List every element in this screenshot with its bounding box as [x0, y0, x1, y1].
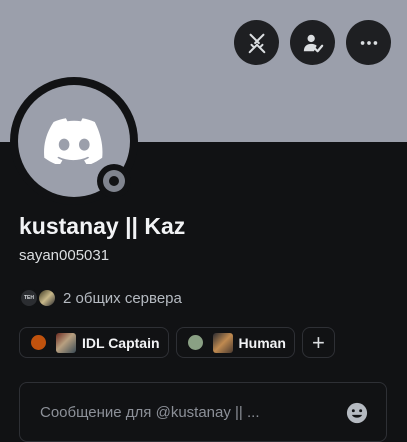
message-input[interactable]: Сообщение для @kustanay || ...	[19, 382, 387, 442]
role-image-icon	[212, 332, 233, 353]
add-role-button[interactable]: +	[301, 327, 335, 358]
emoji-icon[interactable]	[346, 402, 368, 424]
ellipsis-icon	[360, 40, 377, 45]
mutual-servers-label: 2 общих сервера	[63, 289, 182, 307]
role-color-dot	[187, 335, 203, 350]
status-indicator	[97, 164, 131, 198]
username[interactable]: sayan005031	[19, 247, 109, 264]
block-button[interactable]	[234, 20, 279, 65]
more-button[interactable]	[346, 20, 391, 65]
avatar-frame	[10, 77, 138, 205]
profile-actions	[234, 20, 391, 65]
server-icon	[37, 288, 57, 308]
role-tags: IDL Captain Human +	[19, 327, 335, 358]
add-friend-button[interactable]	[290, 20, 335, 65]
crossed-swords-icon	[248, 33, 265, 53]
server-icon: TEH	[19, 288, 39, 308]
mutual-servers[interactable]: TEH 2 общих сервера	[19, 287, 182, 309]
role-image-icon	[56, 332, 76, 353]
message-placeholder: Сообщение для @kustanay || ...	[40, 404, 260, 421]
role-color-dot	[31, 335, 46, 350]
role-label: Human	[238, 334, 286, 351]
discord-logo-icon	[44, 118, 103, 164]
role-label: IDL Captain	[82, 334, 160, 351]
display-name: kustanay || Kaz	[19, 213, 186, 239]
server-icon-abbr: TEH	[24, 295, 34, 301]
role-tag-human[interactable]: Human	[175, 327, 295, 358]
role-tag-idl-captain[interactable]: IDL Captain	[19, 327, 169, 358]
offline-status-icon	[103, 170, 125, 192]
add-friend-icon	[303, 34, 323, 52]
